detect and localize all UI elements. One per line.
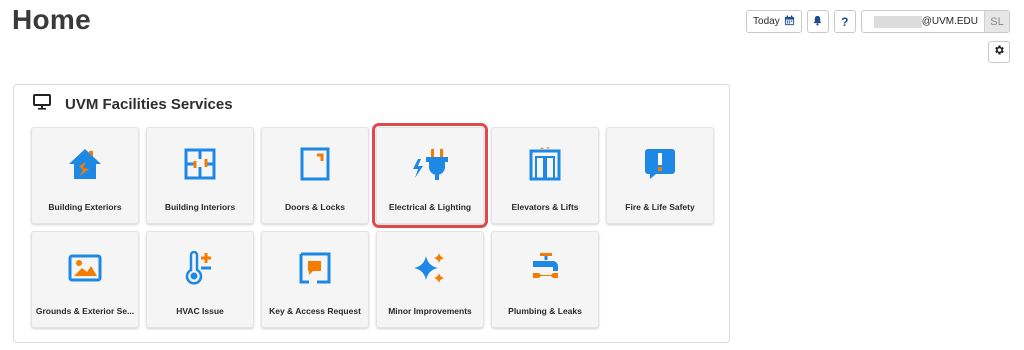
elevator-icon — [492, 146, 598, 182]
tile-label: Fire & Life Safety — [625, 202, 695, 212]
sparkle-icon — [377, 250, 483, 286]
tile-label: Key & Access Request — [269, 306, 361, 316]
services-card: UVM Facilities Services Building Exterio… — [13, 84, 730, 343]
tile-label: Elevators & Lifts — [511, 202, 579, 212]
avatar: SL — [984, 11, 1009, 32]
redacted-username — [873, 15, 922, 28]
floorplan-icon — [147, 146, 253, 182]
notifications-button[interactable] — [806, 10, 829, 33]
help-label: ? — [841, 14, 849, 29]
today-label: Today — [753, 16, 780, 27]
user-account-menu[interactable]: @UVM.EDU SL — [860, 10, 1010, 33]
door-icon — [262, 146, 368, 182]
user-email: @UVM.EDU — [921, 16, 978, 27]
today-button[interactable]: Today — [746, 10, 802, 33]
tile-hvac-issue[interactable]: HVAC Issue — [146, 231, 254, 328]
calendar-icon — [784, 14, 795, 29]
faucet-icon — [492, 250, 598, 286]
settings-button[interactable] — [988, 41, 1010, 63]
tile-minor-improvements[interactable]: Minor Improvements — [376, 231, 484, 328]
tile-label: Minor Improvements — [388, 306, 472, 316]
tile-label: Building Interiors — [164, 202, 236, 212]
alert-icon — [607, 146, 713, 182]
gear-icon — [993, 43, 1005, 61]
tile-label: Plumbing & Leaks — [508, 306, 582, 316]
help-button[interactable]: ? — [833, 10, 856, 33]
tile-label: HVAC Issue — [176, 306, 224, 316]
tile-fire-life-safety[interactable]: Fire & Life Safety — [606, 127, 714, 224]
monitor-icon — [33, 94, 51, 115]
card-header: UVM Facilities Services — [33, 94, 233, 115]
tile-doors-locks[interactable]: Doors & Locks — [261, 127, 369, 224]
plug-icon — [377, 146, 483, 182]
tile-electrical-lighting[interactable]: Electrical & Lighting — [372, 123, 488, 228]
key-access-icon — [262, 250, 368, 286]
house-icon — [32, 146, 138, 182]
card-title: UVM Facilities Services — [65, 96, 233, 113]
tile-label: Doors & Locks — [285, 202, 345, 212]
tile-label: Electrical & Lighting — [388, 202, 472, 212]
tile-plumbing-leaks[interactable]: Plumbing & Leaks — [491, 231, 599, 328]
tile-elevators-lifts[interactable]: Elevators & Lifts — [491, 127, 599, 224]
tile-key-access[interactable]: Key & Access Request — [261, 231, 369, 328]
tile-label: Building Exteriors — [48, 202, 122, 212]
tile-building-exteriors[interactable]: Building Exteriors — [31, 127, 139, 224]
thermometer-icon — [147, 250, 253, 286]
landscape-icon — [32, 250, 138, 286]
tile-label: Grounds & Exterior Se... — [35, 306, 135, 316]
bell-icon — [812, 15, 823, 29]
top-toolbar: Today ? @UVM.EDU SL — [746, 10, 1010, 33]
tile-building-interiors[interactable]: Building Interiors — [146, 127, 254, 224]
page-title: Home — [12, 4, 91, 35]
tile-grounds-exterior[interactable]: Grounds & Exterior Se... — [31, 231, 139, 328]
